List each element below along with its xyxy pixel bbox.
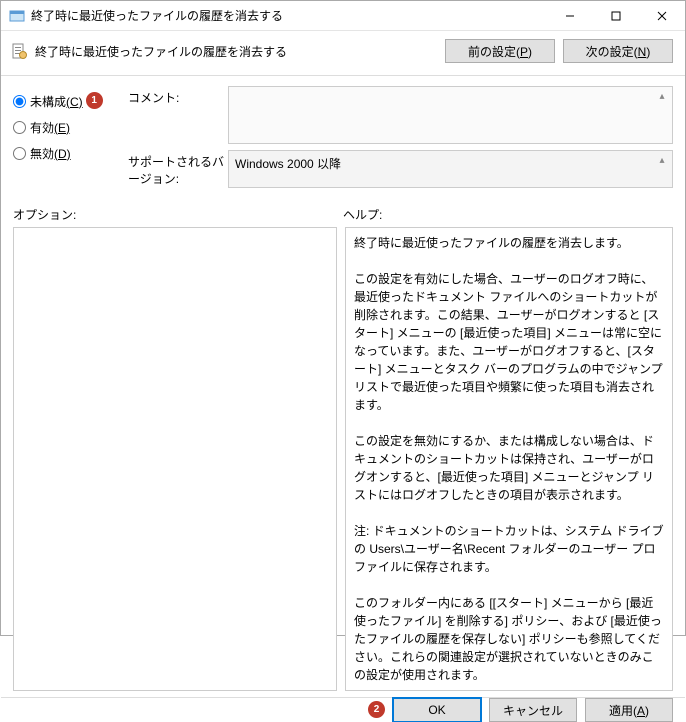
scroll-up-icon: ▴ bbox=[654, 153, 670, 167]
ok-button[interactable]: OK bbox=[393, 698, 481, 722]
radio-label: 無効(D) bbox=[30, 145, 71, 162]
button-label: 前の設定(P) bbox=[468, 45, 532, 59]
comment-field[interactable]: ▴ bbox=[228, 86, 673, 144]
radio-not-configured[interactable]: 未構成(C) 1 bbox=[13, 88, 128, 114]
supported-label: サポートされるバージョン: bbox=[128, 150, 228, 188]
help-pane: 終了時に最近使ったファイルの履歴を消去します。 この設定を有効にした場合、ユーザ… bbox=[345, 227, 673, 691]
minimize-button[interactable] bbox=[547, 1, 593, 31]
radio-disabled-input[interactable] bbox=[13, 147, 26, 160]
policy-title: 終了時に最近使ったファイルの履歴を消去する bbox=[35, 43, 437, 60]
supported-field: Windows 2000 以降 ▴ bbox=[228, 150, 673, 188]
options-label: オプション: bbox=[13, 206, 343, 223]
radio-enabled[interactable]: 有効(E) bbox=[13, 114, 128, 140]
previous-setting-button[interactable]: 前の設定(P) bbox=[445, 39, 555, 63]
state-radios: 未構成(C) 1 有効(E) 無効(D) bbox=[13, 86, 128, 194]
policy-editor-window: 終了時に最近使ったファイルの履歴を消去する 終了時に最近使ったファイルの履歴を消… bbox=[0, 0, 686, 636]
supported-value: Windows 2000 以降 bbox=[235, 157, 341, 171]
pane-labels: オプション: ヘルプ: bbox=[13, 206, 673, 223]
comment-label: コメント: bbox=[128, 86, 228, 144]
annotation-marker-1: 1 bbox=[86, 92, 103, 109]
supported-row: サポートされるバージョン: Windows 2000 以降 ▴ bbox=[128, 150, 673, 188]
radio-enabled-input[interactable] bbox=[13, 121, 26, 134]
window-title: 終了時に最近使ったファイルの履歴を消去する bbox=[31, 7, 547, 24]
radio-label: 有効(E) bbox=[30, 119, 70, 136]
annotation-marker-2: 2 bbox=[368, 701, 385, 718]
next-setting-button[interactable]: 次の設定(N) bbox=[563, 39, 673, 63]
fields: コメント: ▴ サポートされるバージョン: Windows 2000 以降 ▴ bbox=[128, 86, 673, 194]
close-button[interactable] bbox=[639, 1, 685, 31]
radio-not-configured-input[interactable] bbox=[13, 95, 26, 108]
body: 未構成(C) 1 有効(E) 無効(D) コメント: ▴ bbox=[1, 76, 685, 697]
titlebar: 終了時に最近使ったファイルの履歴を消去する bbox=[1, 1, 685, 31]
button-label: 次の設定(N) bbox=[586, 45, 651, 59]
radio-label: 未構成(C) bbox=[30, 93, 83, 110]
comment-row: コメント: ▴ bbox=[128, 86, 673, 144]
maximize-button[interactable] bbox=[593, 1, 639, 31]
panes: 終了時に最近使ったファイルの履歴を消去します。 この設定を有効にした場合、ユーザ… bbox=[13, 227, 673, 691]
options-pane bbox=[13, 227, 337, 691]
policy-icon bbox=[11, 43, 27, 59]
scroll-up-icon: ▴ bbox=[654, 89, 670, 103]
apply-button[interactable]: 適用(A) bbox=[585, 698, 673, 722]
footer: 2 OK キャンセル 適用(A) bbox=[1, 697, 685, 722]
top-grid: 未構成(C) 1 有効(E) 無効(D) コメント: ▴ bbox=[13, 86, 673, 194]
cancel-button[interactable]: キャンセル bbox=[489, 698, 577, 722]
help-label: ヘルプ: bbox=[343, 206, 673, 223]
header: 終了時に最近使ったファイルの履歴を消去する 前の設定(P) 次の設定(N) bbox=[1, 31, 685, 76]
app-icon bbox=[9, 8, 25, 24]
radio-disabled[interactable]: 無効(D) bbox=[13, 140, 128, 166]
button-label: 適用(A) bbox=[609, 704, 649, 718]
